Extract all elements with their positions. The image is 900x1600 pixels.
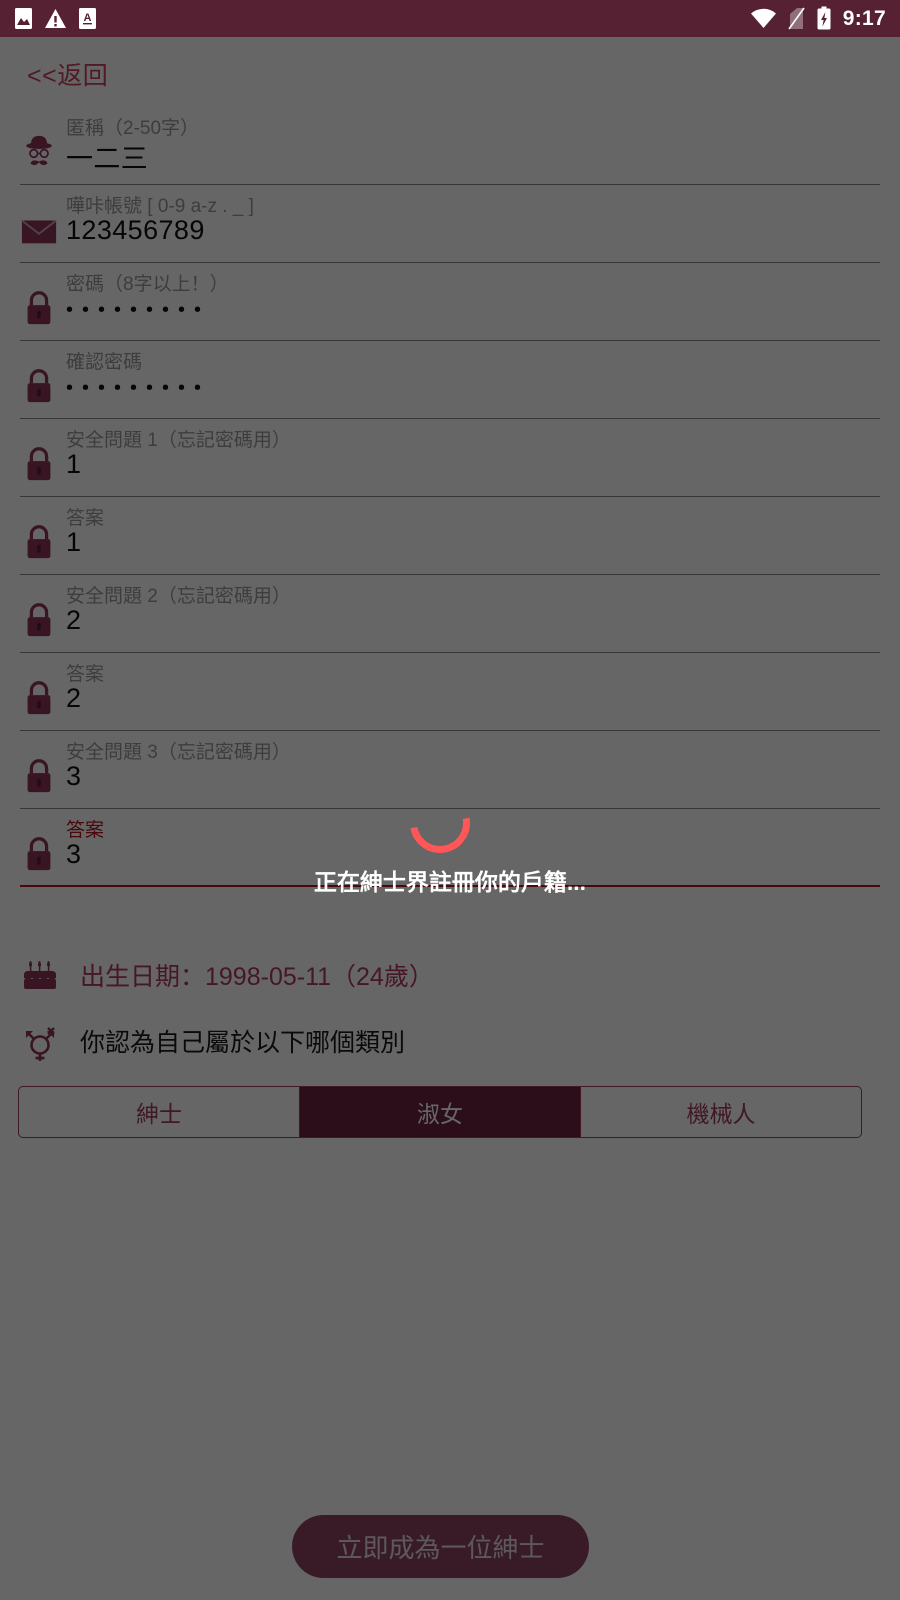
- gender-option-robot[interactable]: 機械人: [580, 1087, 861, 1137]
- field-label: 匿稱（2-50字）: [66, 118, 200, 139]
- field-account[interactable]: 嘩咔帳號 [ 0-9 a-z . _ ] 123456789: [20, 185, 880, 263]
- field-label: 答案: [66, 664, 105, 685]
- field-confirm-password[interactable]: 確認密碼 •••••••••: [20, 341, 880, 419]
- birthday-cake-icon: [24, 961, 56, 989]
- registration-screen: A 9:17 <<返回 匿稱（2-50字） 一二三 嘩咔帳號 [0-9 a-z…: [0, 0, 900, 1600]
- field-label: 安全問題 3（忘記密碼用）: [66, 742, 291, 763]
- lock-icon: [27, 525, 51, 559]
- field-label: 密碼（8字以上！）: [66, 274, 229, 295]
- status-bar-clock: 9:17: [842, 6, 886, 30]
- field-password[interactable]: 密碼（8字以上！） •••••••••: [20, 263, 880, 341]
- field-label: 答案: [66, 820, 105, 841]
- lock-icon: [27, 447, 51, 481]
- battery-charging-icon: [817, 6, 831, 30]
- svg-text:A: A: [84, 12, 92, 24]
- field-value: 1: [66, 527, 82, 557]
- gender-option-lady[interactable]: 淑女: [299, 1087, 580, 1137]
- field-value: 3: [66, 839, 82, 869]
- lock-icon: [27, 681, 51, 715]
- gender-question-text: 你認為自己屬於以下哪個類別: [80, 1029, 406, 1057]
- font-a-icon: A: [79, 8, 96, 29]
- field-value: 1: [66, 449, 82, 479]
- gender-option-gentleman[interactable]: 紳士: [19, 1087, 299, 1137]
- lock-icon: [27, 291, 51, 325]
- field-label: 確認密碼: [66, 352, 143, 373]
- gender-question-row: 你認為自己屬於以下哪個類別: [20, 1019, 405, 1063]
- field-label: 嘩咔帳號 [ 0-9 a-z . _ ]: [66, 196, 254, 217]
- field-value: •••••••••: [66, 377, 211, 399]
- transgender-icon: [26, 1027, 55, 1061]
- field-label: 安全問題 2（忘記密碼用）: [66, 586, 291, 607]
- lock-icon: [27, 759, 51, 793]
- field-value: 2: [66, 605, 82, 635]
- lock-icon: [27, 603, 51, 637]
- lock-icon: [27, 369, 51, 403]
- submit-button[interactable]: 立即成為一位紳士: [292, 1515, 589, 1578]
- lock-icon: [27, 837, 51, 871]
- back-link[interactable]: <<返回: [27, 56, 108, 92]
- status-bar-right-icons: 9:17: [750, 6, 886, 31]
- field-security-question-3[interactable]: 安全問題 3（忘記密碼用） 3: [20, 731, 880, 809]
- gentleman-avatar-icon: [26, 135, 52, 166]
- birthday-row[interactable]: 出生日期：1998-05-11（24歲）: [20, 955, 434, 995]
- field-security-answer-3[interactable]: 答案 3: [20, 809, 880, 887]
- field-security-answer-2[interactable]: 答案 2: [20, 653, 880, 731]
- field-value: •••••••••: [66, 299, 211, 321]
- field-security-question-1[interactable]: 安全問題 1（忘記密碼用） 1: [20, 419, 880, 497]
- page-content: <<返回 匿稱（2-50字） 一二三 嘩咔帳號 [0-9 a-z . _] …: [0, 37, 900, 1600]
- envelope-icon: [21, 219, 57, 244]
- field-nickname[interactable]: 匿稱（2-50字） 一二三: [20, 107, 880, 185]
- field-value: 一二三: [66, 144, 149, 174]
- field-value: 123456789: [66, 215, 205, 245]
- field-value: 3: [66, 761, 82, 791]
- field-security-question-2[interactable]: 安全問題 2（忘記密碼用） 2: [20, 575, 880, 653]
- warning-icon: [45, 9, 66, 28]
- field-security-answer-1[interactable]: 答案 1: [20, 497, 880, 575]
- image-icon: [15, 8, 32, 29]
- birthday-text: 出生日期：1998-05-11（24歲）: [80, 963, 434, 991]
- status-bar-left-icons: A: [14, 7, 97, 30]
- wifi-icon: [750, 8, 776, 28]
- no-sim-icon: [788, 7, 805, 30]
- field-value: 2: [66, 683, 82, 713]
- gender-segmented-control[interactable]: 紳士 淑女 機械人: [18, 1086, 862, 1138]
- registration-form: 匿稱（2-50字） 一二三 嘩咔帳號 [ 0-9 a-z . _ ] 12345…: [0, 107, 900, 887]
- status-bar: A 9:17: [0, 0, 900, 37]
- field-label: 答案: [66, 508, 105, 529]
- field-label: 安全問題 1（忘記密碼用）: [66, 430, 291, 451]
